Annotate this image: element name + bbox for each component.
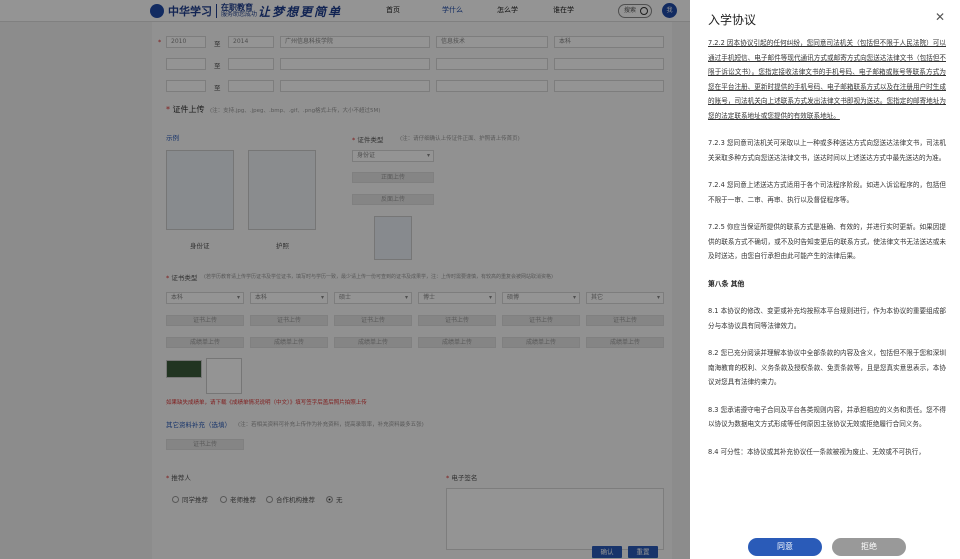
agree-button[interactable]: 同意 <box>748 538 822 556</box>
agreement-paragraph: 7.2.3 您同意司法机关可采取以上一种或多种送达方式向您送达法律文书，司法机关… <box>708 139 946 162</box>
drawer-title: 入学协议 <box>708 13 757 27</box>
close-icon[interactable]: ✕ <box>935 10 945 24</box>
agreement-paragraph: 8.3 您承诺遵守电子合同及平台各类规则内容，并承担相应的义务和责任。您不得以协… <box>708 405 946 429</box>
agreement-section-heading: 第八条 其他 <box>708 279 745 288</box>
modal-overlay[interactable] <box>0 0 690 559</box>
reject-button[interactable]: 拒绝 <box>832 538 906 556</box>
agreement-content[interactable]: 7.2.2 因本协议引起的任何纠纷，您同意司法机关（包括但不限于人民法院）可以通… <box>708 36 946 524</box>
agreement-paragraph: 7.2.2 因本协议引起的任何纠纷，您同意司法机关（包括但不限于人民法院）可以通… <box>708 39 946 120</box>
agreement-paragraph: 7.2.5 你应当保证所提供的联系方式是准确、有效的，并进行实时更新。如果因提供… <box>708 223 946 260</box>
agreement-paragraph: 7.2.4 您同意上述送达方式适用于各个司法程序阶段。如进入诉讼程序的，包括但不… <box>708 181 946 204</box>
agreement-paragraph: 8.2 您已充分阅读并理解本协议中全部条款的内容及含义，包括但不限于您和深圳南海… <box>708 349 946 386</box>
agreement-paragraph: 8.4 可分性：本协议或其补充协议任一条款被视为废止、无效或不可执行， <box>708 447 925 456</box>
agreement-drawer: 入学协议 ✕ 7.2.2 因本协议引起的任何纠纷，您同意司法机关（包括但不限于人… <box>690 0 960 559</box>
agreement-paragraph: 8.1 本协议的修改、变更或补充均按照本平台规则进行，作为本协议的重要组成部分与… <box>708 307 946 330</box>
